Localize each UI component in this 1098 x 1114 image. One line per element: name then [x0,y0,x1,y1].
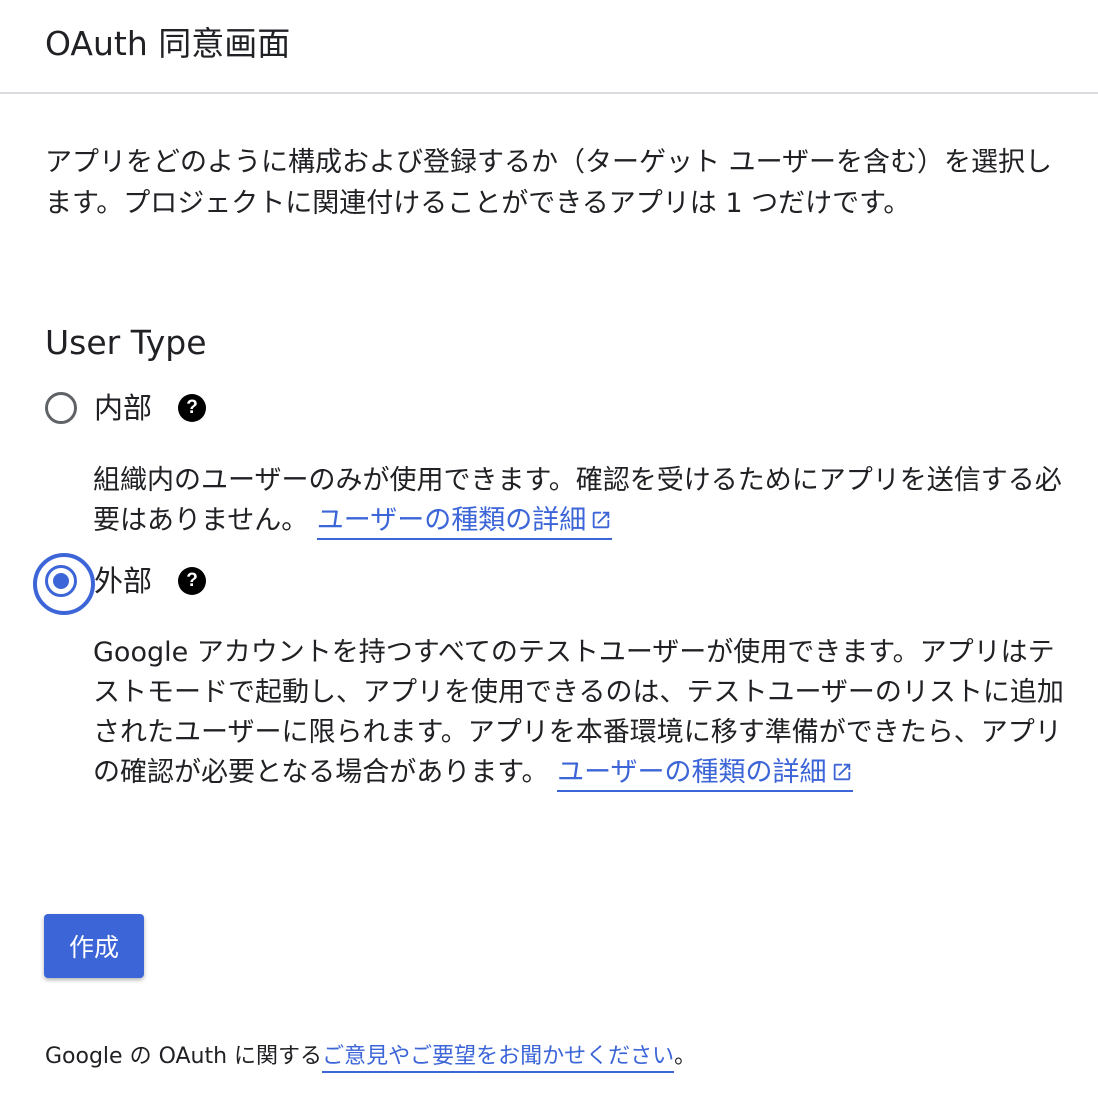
internal-learn-more-text[interactable]: ユーザーの種類の詳細 [317,505,586,536]
footer-suffix: 。 [674,1044,697,1069]
help-icon[interactable]: ? [178,394,207,422]
internal-radio[interactable] [45,392,77,424]
feedback-footer: Google の OAuth に関するご意見やご要望をお聞かせください。 [45,1040,696,1074]
user-type-title: User Type [45,323,207,362]
intro-text: アプリをどのように構成および登録するか（ターゲット ユーザーを含む）を選択します… [45,147,1053,219]
internal-label[interactable]: 内部 [94,385,152,431]
open-in-new-icon [593,511,610,529]
user-type-external-option[interactable]: 外部 ? [33,553,207,615]
open-in-new-icon [833,763,850,781]
focus-ring [33,553,95,615]
external-label[interactable]: 外部 [94,558,152,604]
footer-prefix: Google の OAuth に関する [45,1044,323,1069]
create-button[interactable]: 作成 [44,914,144,978]
external-learn-more-text[interactable]: ユーザーの種類の詳細 [557,757,826,788]
help-icon[interactable]: ? [178,567,207,595]
external-radio[interactable] [33,553,95,615]
page-title: OAuth 同意画面 [45,24,291,63]
external-learn-more-link[interactable]: ユーザーの種類の詳細 [557,757,853,792]
user-type-internal-option[interactable]: 内部 ? [45,385,207,431]
page-header: OAuth 同意画面 [0,0,1098,94]
feedback-link[interactable]: ご意見やご要望をお聞かせください [322,1044,675,1073]
internal-learn-more-link[interactable]: ユーザーの種類の詳細 [316,505,613,540]
internal-description: 組織内のユーザーのみが使用できます。確認を受けるためにアプリを送信する必要はあり… [93,461,1068,541]
external-description: Google アカウントを持つすべてのテストユーザーが使用できます。アプリはテス… [93,633,1068,793]
